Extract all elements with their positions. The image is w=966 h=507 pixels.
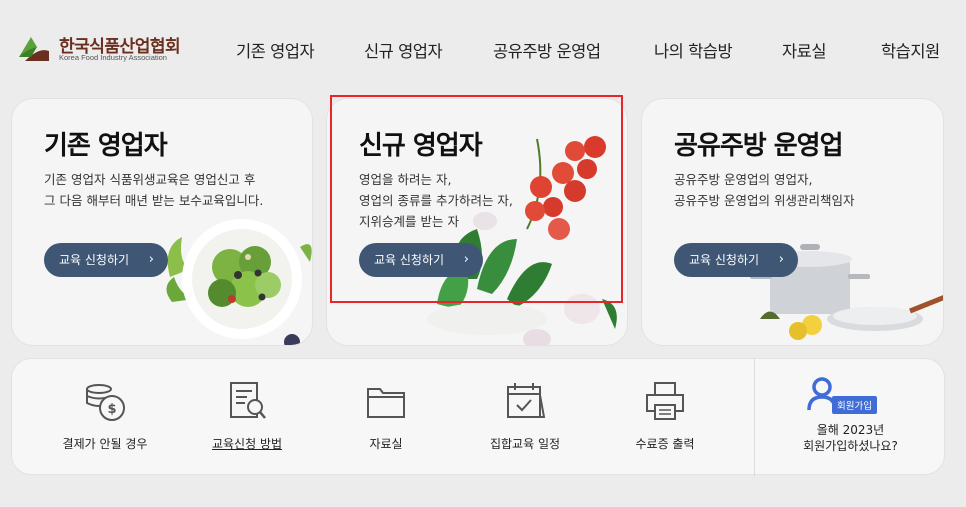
document-search-icon — [230, 382, 266, 419]
nav-learning-support[interactable]: 학습지원 — [881, 38, 940, 62]
apply-education-button[interactable]: 교육 신청하기 › — [44, 243, 168, 277]
salad-bowl-image — [166, 219, 312, 345]
quick-link-label: 집합교육 일정 — [489, 437, 561, 451]
card-description-line: 그 다음 해부터 매년 받는 보수교육입니다. — [44, 193, 264, 208]
nav-resources[interactable]: 자료실 — [782, 38, 827, 62]
calendar-check-icon — [507, 383, 546, 418]
member-signup-link[interactable]: 회원가입 올해 2023년 회원가입하셨나요? — [755, 359, 946, 476]
svg-text:$: $ — [107, 402, 116, 417]
member-text-line: 회원가입하셨나요? — [803, 439, 898, 453]
quick-link-how-to-apply[interactable]: 교육신청 방법 — [182, 381, 312, 452]
signup-badge: 회원가입 — [832, 396, 877, 414]
chevron-right-icon: › — [148, 252, 154, 267]
quick-links-panel: $ 결제가 안될 경우 교육신청 방법 자료실 집합교육 일정 수료증 출력 회… — [11, 358, 946, 476]
folder-icon — [367, 388, 405, 418]
card-description-line: 지위승계를 받는 자 — [359, 214, 459, 229]
card-description: 공유주방 운영업의 영업자, 공유주방 운영업의 위생관리책임자 — [674, 169, 854, 211]
card-title: 기존 영업자 — [44, 131, 168, 161]
main-nav: 기존 영업자 신규 영업자 공유주방 운영업 나의 학습방 자료실 학습지원 — [0, 38, 966, 62]
apply-education-button[interactable]: 교육 신청하기 › — [674, 243, 798, 277]
card-description-line: 영업을 하려는 자, — [359, 172, 452, 187]
button-label: 교육 신청하기 — [59, 253, 130, 267]
card-description-line: 공유주방 운영업의 영업자, — [674, 172, 813, 187]
card-description: 영업을 하려는 자, 영업의 종류를 추가하려는 자, 지위승계를 받는 자 — [359, 169, 513, 232]
card-description-line: 영업의 종류를 추가하려는 자, — [359, 193, 513, 208]
quick-link-label: 수료증 출력 — [635, 437, 695, 451]
button-label: 교육 신청하기 — [689, 253, 760, 267]
chevron-right-icon: › — [463, 252, 469, 267]
card-existing-operator[interactable]: 기존 영업자 기존 영업자 식품위생교육은 영업신고 후 그 다음 해부터 매년… — [11, 98, 313, 346]
quick-link-label: 결제가 안될 경우 — [62, 437, 148, 451]
card-new-operator[interactable]: 신규 영업자 영업을 하려는 자, 영업의 종류를 추가하려는 자, 지위승계를… — [326, 98, 628, 346]
printer-icon — [646, 382, 684, 420]
quick-link-certificate[interactable]: 수료증 출력 — [600, 381, 730, 452]
card-description-line: 기존 영업자 식품위생교육은 영업신고 후 — [44, 172, 256, 187]
nav-existing-operator[interactable]: 기존 영업자 — [236, 38, 315, 62]
coin-payment-icon: $ — [86, 384, 125, 421]
nav-shared-kitchen[interactable]: 공유주방 운영업 — [493, 38, 601, 62]
card-shared-kitchen[interactable]: 공유주방 운영업 공유주방 운영업의 영업자, 공유주방 운영업의 위생관리책임… — [641, 98, 944, 346]
quick-link-label: 자료실 — [369, 437, 403, 451]
card-title: 신규 영업자 — [359, 131, 483, 161]
apply-education-button[interactable]: 교육 신청하기 › — [359, 243, 483, 277]
quick-link-resources[interactable]: 자료실 — [321, 381, 451, 452]
nav-new-operator[interactable]: 신규 영업자 — [364, 38, 443, 62]
card-description-line: 공유주방 운영업의 위생관리책임자 — [674, 193, 855, 208]
member-text-line: 올해 2023년 — [816, 423, 885, 437]
card-description: 기존 영업자 식품위생교육은 영업신고 후 그 다음 해부터 매년 받는 보수교… — [44, 169, 263, 211]
nav-my-study-room[interactable]: 나의 학습방 — [654, 38, 733, 62]
quick-link-payment-issue[interactable]: $ 결제가 안될 경우 — [40, 381, 170, 452]
site-header: 한국식품산업협회 Korea Food Industry Association… — [0, 0, 966, 96]
card-title: 공유주방 운영업 — [674, 131, 843, 161]
button-label: 교육 신청하기 — [374, 253, 445, 267]
quick-link-group-schedule[interactable]: 집합교육 일정 — [460, 381, 590, 452]
quick-link-label: 교육신청 방법 — [211, 437, 283, 451]
chevron-right-icon: › — [778, 252, 784, 267]
